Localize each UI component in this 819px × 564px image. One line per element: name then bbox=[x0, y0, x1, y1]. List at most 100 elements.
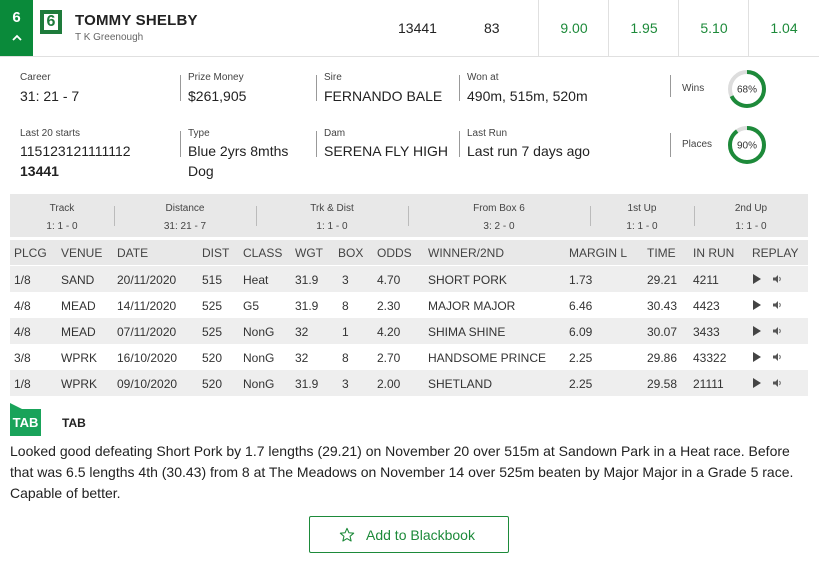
odds-value: 1.95 bbox=[630, 20, 658, 36]
play-icon[interactable] bbox=[753, 300, 761, 310]
table-row: 4/8 MEAD 07/11/2020 525 NonG 32 1 4.20 SHIMA SHI… bbox=[10, 318, 808, 344]
cell-venue: MEAD bbox=[61, 325, 96, 339]
play-icon[interactable] bbox=[753, 274, 761, 284]
won-at-value: 490m, 515m, 520m bbox=[467, 88, 588, 104]
summary-title: Distance bbox=[165, 203, 205, 214]
chevron-up-icon[interactable] bbox=[0, 30, 33, 44]
cell-odds: 2.30 bbox=[377, 299, 401, 313]
won-at-label: Won at bbox=[467, 72, 499, 83]
cell-dist: 520 bbox=[202, 351, 223, 365]
summary-title: 2nd Up bbox=[734, 203, 768, 214]
tab-comment: Looked good defeating Short Pork by 1.7 … bbox=[10, 443, 794, 501]
speaker-icon[interactable] bbox=[773, 352, 783, 362]
play-icon[interactable] bbox=[753, 378, 761, 388]
last20-value-bold: 13441 bbox=[20, 163, 59, 179]
cell-time: 30.43 bbox=[647, 299, 678, 313]
runner-box-tab[interactable]: 6 bbox=[0, 0, 33, 56]
rug-number: 6 bbox=[46, 13, 56, 30]
type-label: Type bbox=[188, 128, 210, 139]
cell-box: 3 bbox=[342, 273, 349, 287]
cell-margin: 1.73 bbox=[569, 273, 593, 287]
cell-winner: SHIMA SHINE bbox=[428, 325, 506, 339]
cell-class: G5 bbox=[243, 299, 260, 313]
cell-time: 29.21 bbox=[647, 273, 678, 287]
summary-value: 31: 21 - 7 bbox=[163, 221, 207, 232]
add-to-blackbook-button[interactable]: Add to Blackbook bbox=[309, 516, 509, 553]
table-row: 4/8 MEAD 14/11/2020 525 G5 31.9 8 2.30 MAJOR MAJ… bbox=[10, 292, 808, 318]
cell-odds: 2.00 bbox=[377, 377, 401, 391]
col-margin: MARGIN L bbox=[569, 246, 628, 260]
odds-cell-3[interactable]: 5.10 bbox=[678, 0, 749, 56]
cell-margin: 6.46 bbox=[569, 299, 593, 313]
summary-value: 1: 1 - 0 bbox=[316, 221, 348, 232]
cell-wgt: 32 bbox=[295, 325, 309, 339]
cell-wgt: 31.9 bbox=[295, 273, 319, 287]
cell-class: NonG bbox=[243, 377, 275, 391]
cell-plcg: 1/8 bbox=[14, 377, 31, 391]
cell-date: 20/11/2020 bbox=[117, 273, 177, 287]
cell-time: 29.58 bbox=[647, 377, 678, 391]
summary-value: 1: 1 - 0 bbox=[46, 221, 78, 232]
cell-winner: MAJOR MAJOR bbox=[428, 299, 516, 313]
cell-venue: WPRK bbox=[61, 377, 97, 391]
cell-venue: SAND bbox=[61, 273, 95, 287]
cell-plcg: 4/8 bbox=[14, 299, 31, 313]
tab-logo: TAB bbox=[10, 403, 41, 436]
places-label: Places bbox=[682, 139, 713, 150]
cell-box: 1 bbox=[342, 325, 349, 339]
cell-venue: MEAD bbox=[61, 299, 96, 313]
last-run-value: Last run 7 days ago bbox=[467, 143, 590, 159]
odds-cell-2[interactable]: 1.95 bbox=[608, 0, 679, 56]
summary-track: Track 1: 1 - 0 bbox=[10, 194, 114, 237]
cell-margin: 2.25 bbox=[569, 377, 593, 391]
summary-title: 1st Up bbox=[627, 203, 657, 214]
cell-date: 14/11/2020 bbox=[117, 299, 177, 313]
career-label: Career bbox=[20, 72, 51, 83]
cell-time: 29.86 bbox=[647, 351, 678, 365]
play-icon[interactable] bbox=[753, 326, 761, 336]
cell-dist: 525 bbox=[202, 325, 223, 339]
speaker-icon[interactable] bbox=[773, 274, 783, 284]
cell-in-run: 4423 bbox=[693, 299, 720, 313]
runner-form: 13441 bbox=[398, 20, 437, 36]
cell-box: 8 bbox=[342, 351, 349, 365]
speaker-icon[interactable] bbox=[773, 326, 783, 336]
summary-distance: Distance 31: 21 - 7 bbox=[114, 194, 256, 237]
speaker-icon[interactable] bbox=[773, 300, 783, 310]
col-dist: DIST bbox=[202, 246, 230, 260]
trainer-name: T K Greenough bbox=[75, 32, 144, 43]
rug-icon: 6 bbox=[40, 10, 62, 34]
summary-title: Track bbox=[49, 203, 75, 214]
col-date: DATE bbox=[117, 246, 149, 260]
cell-dist: 515 bbox=[202, 273, 223, 287]
cell-margin: 2.25 bbox=[569, 351, 593, 365]
summary-title: Trk & Dist bbox=[310, 203, 354, 214]
col-venue: VENUE bbox=[61, 246, 103, 260]
table-row: 1/8 SAND 20/11/2020 515 Heat 31.9 3 4.70 SHORT P… bbox=[10, 266, 808, 292]
summary-title: From Box 6 bbox=[473, 203, 525, 214]
cell-margin: 6.09 bbox=[569, 325, 593, 339]
cell-dist: 525 bbox=[202, 299, 223, 313]
cell-plcg: 4/8 bbox=[14, 325, 31, 339]
cell-wgt: 31.9 bbox=[295, 377, 319, 391]
odds-cell-1[interactable]: 9.00 bbox=[538, 0, 609, 56]
speaker-icon[interactable] bbox=[773, 378, 783, 388]
last20-value: 115123121111112 bbox=[20, 143, 131, 159]
cell-odds: 4.70 bbox=[377, 273, 401, 287]
col-winner: WINNER/2ND bbox=[428, 246, 505, 260]
sire-label: Sire bbox=[324, 72, 342, 83]
cell-in-run: 21111 bbox=[693, 377, 724, 391]
col-in-run: IN RUN bbox=[693, 246, 735, 260]
col-box: BOX bbox=[338, 246, 364, 260]
type-value-2: Dog bbox=[188, 163, 214, 179]
odds-value: 9.00 bbox=[560, 20, 588, 36]
cell-in-run: 43322 bbox=[693, 351, 727, 365]
cell-in-run: 3433 bbox=[693, 325, 720, 339]
form-table-header: PLCG VENUE DATE DIST CLASS WGT BOX ODDS … bbox=[10, 240, 808, 265]
play-icon[interactable] bbox=[753, 352, 761, 362]
cell-class: Heat bbox=[243, 273, 269, 287]
summary-1st-up: 1st Up 1: 1 - 0 bbox=[590, 194, 694, 237]
odds-cell-4[interactable]: 1.04 bbox=[748, 0, 819, 56]
runner-name[interactable]: TOMMY SHELBY bbox=[75, 12, 198, 29]
last-run-label: Last Run bbox=[467, 128, 508, 139]
